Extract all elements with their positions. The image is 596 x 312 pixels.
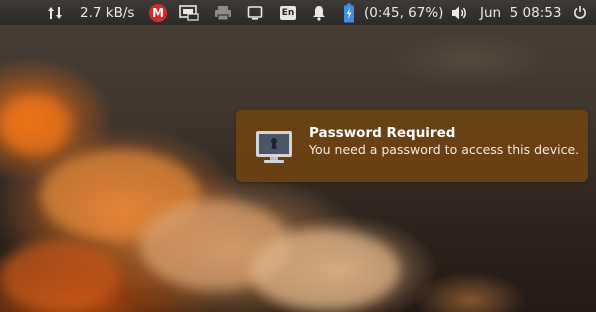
session-menu[interactable]: [570, 0, 590, 25]
mega-icon: M: [149, 3, 167, 22]
printer-icon: [215, 5, 231, 20]
datetime-text: Jun 5 08:53: [480, 4, 562, 21]
bell-icon: [313, 5, 325, 21]
mega-letter: M: [152, 5, 164, 20]
keyboard-layout-indicator[interactable]: En: [277, 0, 299, 25]
battery-charging-icon: [344, 3, 354, 22]
wallpaper-fur-detail: [0, 240, 120, 312]
mega-indicator[interactable]: M: [147, 0, 169, 25]
printer-indicator[interactable]: [212, 0, 234, 25]
keyboard-layout-text: En: [281, 7, 295, 18]
datetime-indicator[interactable]: Jun 5 08:53: [480, 0, 564, 25]
network-speed-text: 2.7 kB/s: [80, 4, 135, 21]
notification-body: You need a password to access this devic…: [309, 142, 580, 157]
notification-title: Password Required: [309, 125, 456, 141]
display-indicator[interactable]: [178, 0, 200, 25]
wallpaper-fur-detail: [0, 95, 70, 155]
network-speed-indicator[interactable]: 2.7 kB/s: [80, 0, 140, 25]
keyboard-layout-icon: En: [280, 5, 296, 20]
lock-monitor-icon: [254, 126, 294, 166]
volume-icon: [452, 6, 466, 19]
battery-status[interactable]: (0:45, 67%): [364, 0, 444, 25]
top-panel: 2.7 kB/s M En (0:45, 67%) Jun 5 08:53: [0, 0, 596, 25]
wallpaper-fur-detail: [250, 230, 400, 310]
screen-icon: [247, 5, 263, 20]
battery-indicator[interactable]: [339, 0, 359, 25]
screen-indicator[interactable]: [244, 0, 266, 25]
display-icon: [179, 4, 199, 21]
network-updown-icon[interactable]: [44, 0, 66, 25]
notification-bubble: Password Required You need a password to…: [236, 110, 588, 182]
volume-indicator[interactable]: [450, 0, 470, 25]
power-icon: [574, 6, 586, 19]
notifications-indicator[interactable]: [308, 0, 330, 25]
battery-status-text: (0:45, 67%): [364, 4, 444, 21]
